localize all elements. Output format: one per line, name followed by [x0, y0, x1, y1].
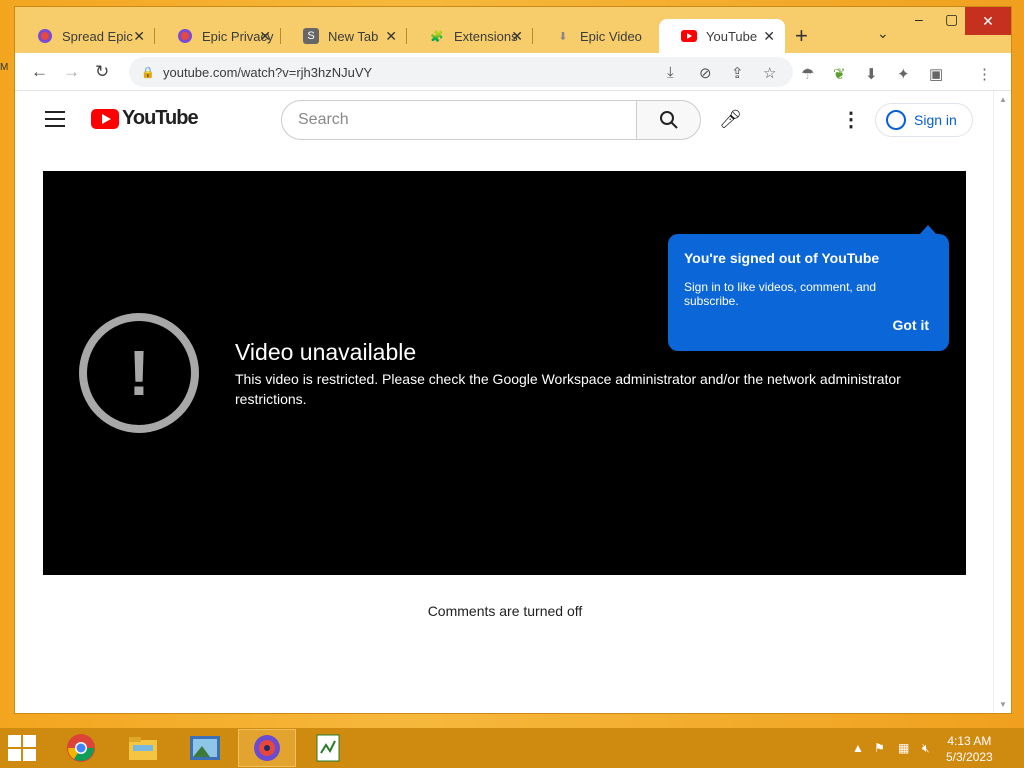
tracking-off-icon[interactable]: ⊘	[699, 64, 712, 82]
menu-kebab-icon[interactable]: ⋮	[977, 65, 992, 83]
youtube-icon	[681, 28, 697, 44]
search-button[interactable]	[637, 100, 701, 140]
address-bar[interactable]: 🔒 youtube.com/watch?v=rjh3hzNJuVY ⤓ ⊘ ⇪ …	[129, 57, 793, 87]
maximize-button[interactable]: ▢	[945, 11, 958, 28]
download-icon: ⬇	[558, 30, 568, 43]
clock-time: 4:13 AM	[947, 734, 992, 748]
minimize-button[interactable]: –	[915, 11, 923, 27]
got-it-button[interactable]: Got it	[892, 317, 929, 333]
clock-date: 5/3/2023	[946, 750, 993, 764]
chrome-taskbar-icon[interactable]	[52, 729, 110, 767]
tab-epic-video[interactable]: ⬇ Epic Video	[533, 19, 659, 53]
flag-icon[interactable]: ⚑	[874, 741, 885, 755]
forward-icon[interactable]: →	[63, 62, 80, 82]
close-tab-icon[interactable]: ✕	[259, 28, 271, 45]
tab-search-chevron-icon[interactable]: ⌄	[877, 25, 889, 42]
tab-youtube[interactable]: YouTube ✕	[659, 19, 785, 53]
bookmark-star-icon[interactable]: ☆	[763, 64, 776, 82]
share-icon[interactable]: ⇪	[731, 64, 744, 82]
tab-spread-epic[interactable]: Spread Epic ✕	[15, 19, 155, 53]
youtube-wordmark: YouTube	[122, 107, 199, 129]
comments-status: Comments are turned off	[427, 603, 583, 619]
page-scrollbar[interactable]: ▲ ▼	[993, 91, 1011, 713]
popup-title: You're signed out of YouTube	[684, 250, 880, 266]
sign-in-label: Sign in	[914, 112, 957, 128]
tab-new-tab[interactable]: S New Tab ✕	[281, 19, 407, 53]
side-panel-icon[interactable]: ▣	[929, 65, 943, 83]
extensions-puzzle-icon[interactable]: ✦	[897, 65, 910, 83]
browser-toolbar: ← → ↻ 🔒 youtube.com/watch?v=rjh3hzNJuVY …	[15, 53, 1011, 91]
tab-label: New Tab	[328, 28, 379, 44]
youtube-page: YouTube 🎤︎ ⋮ Sign in ! Video unavailable…	[15, 91, 995, 713]
video-error-message: This video is restricted. Please check t…	[235, 371, 901, 407]
exclamation-icon: !	[79, 313, 199, 433]
tray-chevron-icon[interactable]: ▲	[852, 741, 864, 755]
microphone-icon[interactable]: 🎤︎	[719, 109, 742, 130]
epic-logo-icon	[37, 28, 53, 44]
back-icon[interactable]: ←	[31, 62, 48, 82]
browser-window: Spread Epic ✕ Epic Privacy ✕ S New Tab ✕…	[14, 6, 1012, 714]
umbrella-icon[interactable]: ☂	[801, 65, 814, 83]
s-icon: S	[303, 28, 319, 44]
file-explorer-icon[interactable]	[114, 729, 172, 767]
lock-icon: 🔒	[141, 66, 155, 79]
photos-app-icon[interactable]	[176, 729, 234, 767]
sign-in-button[interactable]: Sign in	[875, 103, 973, 137]
close-tab-icon[interactable]: ✕	[133, 28, 145, 45]
close-window-button[interactable]: ✕	[965, 7, 1011, 35]
settings-kebab-icon[interactable]: ⋮	[841, 107, 861, 132]
menu-hamburger-icon[interactable]	[45, 111, 65, 132]
tab-label: Extensions	[454, 28, 518, 44]
account-icon	[886, 110, 906, 130]
epic-browser-taskbar-icon[interactable]	[238, 729, 296, 767]
windows-start-icon[interactable]	[8, 735, 38, 761]
leaf-icon[interactable]: ❦	[833, 65, 846, 83]
taskbar: ▲ ⚑ ▦ 🔇︎ 4:13 AM 5/3/2023	[0, 728, 1024, 768]
video-error-title: Video unavailable	[235, 339, 417, 365]
video-player[interactable]: ! Video unavailable This video is restri…	[43, 171, 966, 575]
volume-muted-icon[interactable]: 🔇︎	[922, 741, 930, 756]
close-tab-icon[interactable]: ✕	[385, 28, 397, 45]
tab-label: YouTube	[706, 28, 758, 44]
close-tab-icon[interactable]: ✕	[511, 28, 523, 45]
search-icon	[659, 111, 678, 129]
tab-label: Epic Video	[580, 28, 642, 44]
new-tab-button[interactable]: +	[795, 23, 808, 49]
tab-strip: Spread Epic ✕ Epic Privacy ✕ S New Tab ✕…	[15, 7, 1011, 53]
popup-message: Sign in to like videos, comment, and sub…	[684, 280, 877, 308]
system-clock[interactable]: 4:13 AM 5/3/2023	[946, 733, 993, 765]
reload-icon[interactable]: ↻	[95, 62, 109, 82]
search-box	[281, 100, 637, 140]
text-editor-icon[interactable]	[300, 729, 358, 767]
tab-extensions[interactable]: 🧩 Extensions ✕	[407, 19, 533, 53]
youtube-logo[interactable]: YouTube	[91, 107, 199, 130]
youtube-play-icon	[91, 108, 119, 129]
close-tab-icon[interactable]: ✕	[763, 28, 775, 45]
install-app-icon[interactable]: ⤓	[667, 64, 674, 81]
desktop-edge-text: M	[0, 62, 9, 73]
tab-label: Spread Epic	[62, 28, 133, 44]
network-icon[interactable]: ▦	[898, 741, 909, 755]
download-icon[interactable]: ⬇	[865, 65, 878, 83]
epic-logo-icon	[177, 28, 193, 44]
url-text[interactable]: youtube.com/watch?v=rjh3hzNJuVY	[163, 65, 372, 80]
signed-out-popup: You're signed out of YouTube Sign in to …	[668, 225, 949, 351]
scroll-up-icon[interactable]: ▲	[999, 95, 1007, 104]
search-input[interactable]	[298, 111, 618, 129]
puzzle-icon: 🧩	[430, 30, 444, 43]
scroll-down-icon[interactable]: ▼	[999, 700, 1007, 709]
tab-epic-privacy[interactable]: Epic Privacy ✕	[155, 19, 281, 53]
